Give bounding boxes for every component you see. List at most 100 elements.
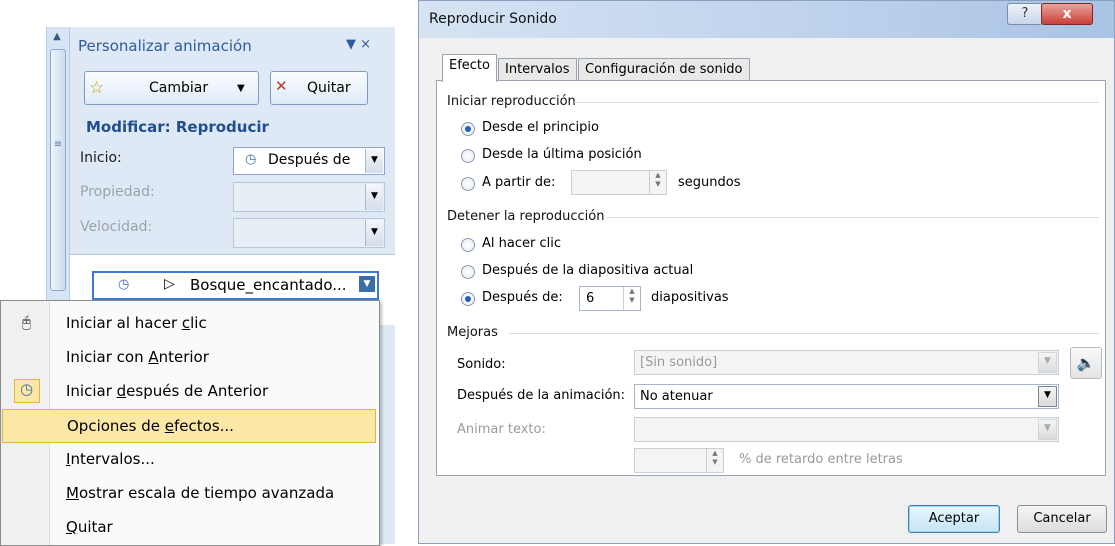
item-dropdown-button[interactable]: ▼ <box>359 276 375 292</box>
radio-start-at[interactable] <box>461 177 475 191</box>
group-divider <box>509 333 1099 334</box>
close-icon[interactable]: × <box>360 37 371 52</box>
tab-sound-settings[interactable]: Configuración de sonido <box>578 58 750 81</box>
menu-item-remove[interactable]: Quitar <box>2 511 376 543</box>
context-menu: 🖰 Iniciar al hacer clic Iniciar con Ante… <box>0 300 380 546</box>
enhancements-group-label: Mejoras <box>447 325 498 340</box>
tab-effect[interactable]: Efecto <box>442 54 497 82</box>
radio-from-last-position[interactable] <box>461 149 475 163</box>
accelerator-key: d <box>116 382 127 400</box>
animation-list-item[interactable]: ◷ ▷ Bosque_encantado... ▼ <box>92 271 379 300</box>
label-part: uitar <box>77 518 113 536</box>
menu-item-label: Opciones de efectos... <box>67 417 234 435</box>
animation-item-label: Bosque_encantado... <box>190 276 347 294</box>
sound-select[interactable]: [Sin sonido] ▼ <box>634 350 1059 375</box>
menu-item-show-advanced-timeline[interactable]: Mostrar escala de tiempo avanzada <box>2 477 376 509</box>
spinner-arrows-icon[interactable]: ▲ ▼ <box>623 287 640 310</box>
menu-item-start-with-previous[interactable]: Iniciar con Anterior <box>2 341 376 373</box>
after-animation-label: Después de la animación: <box>457 388 626 403</box>
speed-label: Velocidad: <box>80 219 153 235</box>
group-divider <box>607 217 1099 218</box>
grip-icon: ≡ <box>53 139 63 150</box>
menu-item-start-after-previous[interactable]: ◷ Iniciar después de Anterior <box>2 375 376 407</box>
change-button[interactable]: ☆ Cambiar ▼ <box>84 71 259 105</box>
on-click-label: Al hacer clic <box>482 236 561 251</box>
accelerator-key: A <box>148 348 159 366</box>
seconds-unit-label: segundos <box>678 175 741 190</box>
start-label: Inicio: <box>80 150 122 166</box>
custom-animation-pane: ▲ ≡ Personalizar animación ▼ × ☆ Cambiar… <box>0 0 395 546</box>
modify-section-title: Modificar: Reproducir <box>86 118 269 136</box>
ok-button[interactable]: Aceptar <box>908 505 1000 533</box>
speaker-icon[interactable]: 🔈 <box>1070 347 1102 379</box>
scrollbar-thumb[interactable]: ≡ <box>50 49 66 291</box>
remove-effect-icon: ✕ <box>275 77 288 95</box>
chevron-down-icon: ▼ <box>237 83 245 94</box>
label-part: Iniciar con <box>66 348 149 366</box>
animate-text-select[interactable]: ▼ <box>634 417 1059 442</box>
cancel-button[interactable]: Cancelar <box>1017 505 1107 533</box>
pane-title: Personalizar animación <box>78 37 252 55</box>
from-beginning-label: Desde el principio <box>482 120 599 135</box>
label-part: Iniciar al hacer <box>66 314 182 332</box>
star-effect-icon: ☆ <box>89 78 105 98</box>
remove-button[interactable]: ✕ Quitar <box>270 71 368 105</box>
property-select[interactable]: ▼ <box>233 182 385 212</box>
after-n-slides-label: Después de: <box>482 290 563 305</box>
after-current-slide-label: Después de la diapositiva actual <box>482 263 694 278</box>
change-button-label: Cambiar <box>149 80 209 96</box>
clock-icon: ◷ <box>20 380 34 398</box>
label-part: Opciones de <box>67 417 165 435</box>
mouse-icon: 🖰 <box>22 313 32 331</box>
speed-select[interactable]: ▼ <box>233 218 385 248</box>
chevron-down-icon: ▼ <box>365 220 383 246</box>
start-select[interactable]: ◷ Después de ▼ <box>233 147 385 175</box>
dialog-titlebar[interactable]: Reproducir Sonido ? x <box>419 1 1114 38</box>
remove-button-label: Quitar <box>307 80 351 96</box>
chevron-down-icon: ▼ <box>1038 419 1057 440</box>
label-part: fectos... <box>174 417 234 435</box>
chevron-down-icon: ▼ <box>1038 352 1057 373</box>
chevron-down-icon: ▼ <box>1038 386 1057 407</box>
label-part: nterior <box>158 348 209 366</box>
menu-item-label: Intervalos... <box>66 450 155 468</box>
radio-after-current-slide[interactable] <box>461 265 475 279</box>
animate-text-label: Animar texto: <box>457 422 546 437</box>
letter-delay-label: % de retardo entre letras <box>739 452 903 467</box>
tab-timing[interactable]: Intervalos <box>498 58 577 81</box>
spinner-arrows-icon[interactable]: ▲ ▼ <box>706 449 723 472</box>
menu-item-label: Quitar <box>66 518 113 536</box>
scroll-up-icon[interactable]: ▲ <box>50 30 64 44</box>
sound-select-value: [Sin sonido] <box>640 355 718 370</box>
pane-menu-icon[interactable]: ▼ × <box>346 37 371 52</box>
clock-icon: ◷ <box>245 152 257 167</box>
label-part: espués de Anterior <box>126 382 269 400</box>
chevron-down-icon: ▼ <box>365 149 383 173</box>
letter-delay-spinner[interactable]: ▲ ▼ <box>634 448 724 473</box>
radio-on-click[interactable] <box>461 238 475 252</box>
help-button[interactable]: ? <box>1007 3 1043 25</box>
after-animation-value: No atenuar <box>640 389 713 404</box>
spinner-arrows-icon[interactable]: ▲ ▼ <box>649 171 666 194</box>
stop-playback-group-label: Detener la reproducción <box>447 209 605 224</box>
menu-item-timing[interactable]: Intervalos... <box>2 443 376 475</box>
play-icon: ▷ <box>164 276 175 292</box>
slides-count-spinner[interactable]: 6 ▲ ▼ <box>579 286 641 311</box>
slides-unit-label: diapositivas <box>651 290 729 305</box>
radio-from-beginning[interactable] <box>461 122 475 136</box>
start-seconds-spinner[interactable]: ▲ ▼ <box>571 170 667 195</box>
menu-item-label: Iniciar después de Anterior <box>66 382 268 400</box>
accelerator-key: e <box>164 417 174 435</box>
accelerator-key: M <box>66 484 79 502</box>
menu-item-start-on-click[interactable]: 🖰 Iniciar al hacer clic <box>2 307 376 339</box>
after-animation-select[interactable]: No atenuar ▼ <box>634 384 1059 409</box>
menu-item-label: Mostrar escala de tiempo avanzada <box>66 484 334 502</box>
property-label: Propiedad: <box>80 184 155 200</box>
dialog-title: Reproducir Sonido <box>429 11 557 27</box>
group-divider <box>574 102 1099 103</box>
menu-item-effect-options[interactable]: Opciones de efectos... <box>2 409 376 443</box>
clock-icon: ◷ <box>118 277 130 292</box>
label-part: ntervalos... <box>70 450 155 468</box>
radio-after-n-slides[interactable] <box>461 292 475 306</box>
close-button[interactable]: x <box>1041 3 1093 25</box>
